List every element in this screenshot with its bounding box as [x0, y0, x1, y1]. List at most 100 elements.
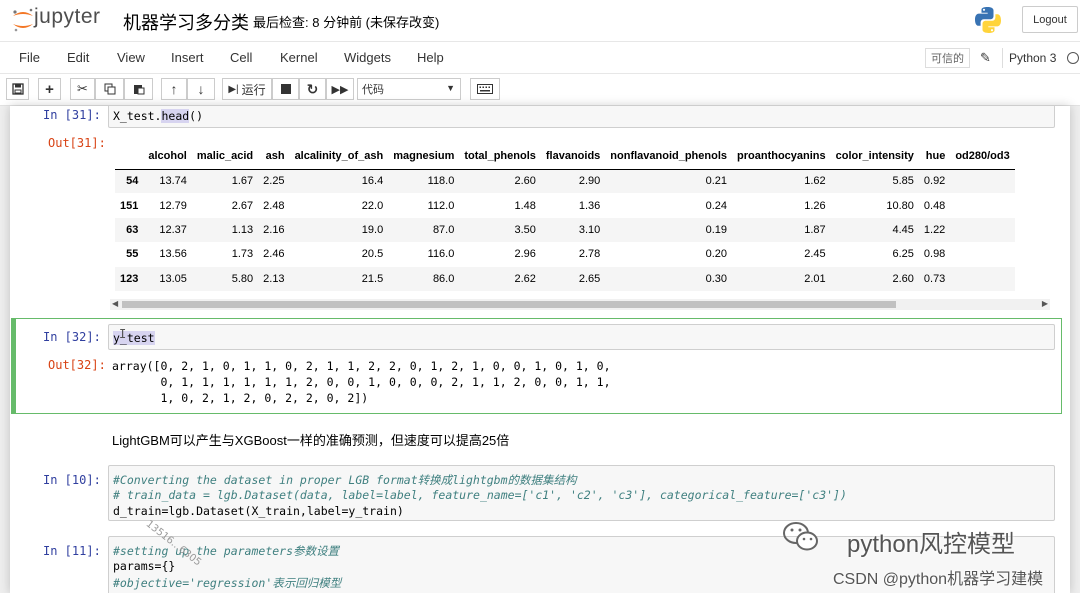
chevron-down-icon: ▼ — [446, 83, 455, 93]
move-down-button[interactable]: ↓ — [187, 78, 215, 100]
table-cell: 13.74 — [159, 175, 187, 188]
step-forward-icon: ▶| — [228, 83, 239, 95]
table-cell: 13.05 — [159, 272, 187, 285]
copy-icon — [104, 83, 115, 95]
table-cell: 2.60 — [892, 272, 914, 285]
keyboard-icon — [477, 84, 493, 94]
insert-cell-button[interactable]: + — [38, 78, 61, 100]
table-row: 55 13.56 1.73 2.46 20.5 116.0 2.96 2.78 0.20 2.45… — [115, 242, 1015, 266]
table-cell: 0.48 — [923, 199, 946, 212]
run-label: 运行 — [241, 82, 266, 97]
table-cell: 2.01 — [804, 272, 826, 285]
python-logo-icon — [975, 7, 1001, 33]
code-comment-line: #Converting the dataset in proper LGB fo… — [113, 473, 577, 487]
table-cell: 0.24 — [705, 199, 728, 212]
cell-type-value: 代码 — [362, 84, 384, 96]
table-cell — [950, 193, 1014, 217]
command-palette-button[interactable] — [470, 78, 500, 100]
move-up-button[interactable]: ↑ — [161, 78, 187, 100]
table-cell: 5.80 — [231, 272, 254, 285]
table-cell: 1.62 — [804, 175, 826, 188]
scroll-left-icon[interactable]: ◀ — [112, 299, 118, 308]
table-cell: 2.67 — [231, 199, 254, 212]
notebook-container: In [31]: X_test.head() Out[31]: alcohol m… — [0, 106, 1080, 593]
menu-view[interactable]: View — [117, 50, 145, 65]
code-line: params={} — [113, 559, 176, 573]
scrollbar-thumb[interactable] — [122, 301, 896, 308]
menu-widgets[interactable]: Widgets — [344, 50, 391, 65]
paste-icon — [133, 85, 144, 95]
plus-icon: + — [45, 80, 54, 98]
table-cell: 0.21 — [705, 175, 728, 188]
row-index-cell: 151 — [120, 199, 139, 212]
copy-button[interactable] — [95, 78, 124, 100]
menu-kernel[interactable]: Kernel — [280, 50, 318, 65]
pencil-icon[interactable]: ✎ — [980, 50, 991, 66]
table-cell: 1.13 — [231, 223, 254, 236]
table-cell: 2.96 — [514, 248, 536, 261]
logout-button[interactable]: Logout — [1022, 6, 1078, 33]
restart-run-all-button[interactable]: ▶▶ — [326, 78, 354, 100]
table-cell: 2.90 — [578, 175, 601, 188]
table-cell: 2.25 — [263, 175, 285, 188]
table-cell: 1.87 — [804, 223, 826, 236]
row-index-cell: 123 — [120, 272, 139, 285]
kernel-idle-icon — [1067, 52, 1079, 64]
table-cell: 1.67 — [231, 175, 254, 188]
code-input-10[interactable]: #Converting the dataset in proper LGB fo… — [108, 465, 1055, 521]
save-button[interactable] — [6, 78, 29, 100]
menu-cell[interactable]: Cell — [230, 50, 252, 65]
trusted-indicator[interactable]: 可信的 — [925, 48, 970, 68]
table-cell: 1.22 — [923, 223, 946, 236]
table-cell — [950, 242, 1014, 266]
arrow-down-icon: ↓ — [197, 81, 205, 97]
dataframe-column-header: color_intensity — [835, 150, 914, 163]
cut-button[interactable]: ✂ — [70, 78, 95, 100]
code-input-31[interactable]: X_test.head() — [108, 106, 1055, 128]
table-cell — [950, 218, 1014, 242]
table-cell: 2.60 — [514, 175, 536, 188]
code-comment-line: #objective='regression'表示回归模型 — [113, 576, 342, 590]
scissors-icon: ✂ — [77, 81, 88, 96]
table-cell: 1.48 — [514, 199, 536, 212]
checkpoint-status: 最后检查: 8 分钟前 (未保存改变) — [253, 15, 440, 30]
arrow-up-icon: ↑ — [170, 81, 178, 97]
dataframe-body: 54 13.74 1.67 2.25 16.4 118.0 2.60 2.90 0.21 1.62… — [115, 169, 1015, 291]
code-input-32[interactable]: y_test I — [108, 324, 1055, 350]
text-cursor-icon: I — [119, 327, 127, 341]
out-prompt-32: Out[32]: — [48, 358, 106, 372]
table-cell: 2.16 — [263, 223, 285, 236]
scroll-right-icon[interactable]: ▶ — [1042, 299, 1048, 308]
cell-type-select[interactable]: 代码 ▼ — [357, 78, 461, 100]
table-cell — [950, 267, 1014, 291]
menu-help[interactable]: Help — [417, 50, 444, 65]
table-cell: 10.80 — [886, 199, 914, 212]
run-button[interactable]: ▶| 运行 — [222, 78, 272, 100]
table-cell: 0.30 — [705, 272, 728, 285]
notebook-header: jupyter 机器学习多分类 最后检查: 8 分钟前 (未保存改变) Logo… — [0, 0, 1080, 41]
table-cell: 118.0 — [427, 175, 455, 188]
dataframe-column-header: ash — [265, 150, 285, 163]
output-line: array([0, 2, 1, 0, 1, 1, 0, 2, 1, 1, 2, … — [112, 359, 611, 373]
menu-edit[interactable]: Edit — [67, 50, 89, 65]
output-line: 0, 1, 1, 1, 1, 1, 1, 2, 0, 0, 1, 0, 0, 0… — [112, 375, 611, 389]
row-index-cell: 54 — [126, 175, 139, 188]
horizontal-scrollbar[interactable]: ◀ ▶ — [110, 299, 1050, 310]
wechat-logo-icon — [783, 522, 818, 551]
menu-file[interactable]: File — [19, 50, 40, 65]
menubar: File Edit View Insert Cell Kernel Widget… — [0, 41, 1080, 74]
dataframe-column-header: hue — [925, 150, 946, 163]
table-cell: 116.0 — [427, 248, 455, 261]
menu-insert[interactable]: Insert — [171, 50, 204, 65]
dataframe-column-header: total_phenols — [464, 150, 536, 163]
table-cell: 0.73 — [923, 272, 946, 285]
notebook-page: In [31]: X_test.head() Out[31]: alcohol m… — [10, 106, 1070, 593]
table-cell: 2.65 — [578, 272, 601, 285]
fast-forward-icon: ▶▶ — [331, 83, 349, 96]
restart-button[interactable]: ↻ — [299, 78, 326, 100]
table-cell: 1.36 — [578, 199, 601, 212]
interrupt-button[interactable] — [272, 78, 299, 100]
paste-button[interactable] — [124, 78, 153, 100]
table-cell: 12.37 — [159, 223, 187, 236]
notebook-title[interactable]: 机器学习多分类 — [123, 9, 249, 35]
